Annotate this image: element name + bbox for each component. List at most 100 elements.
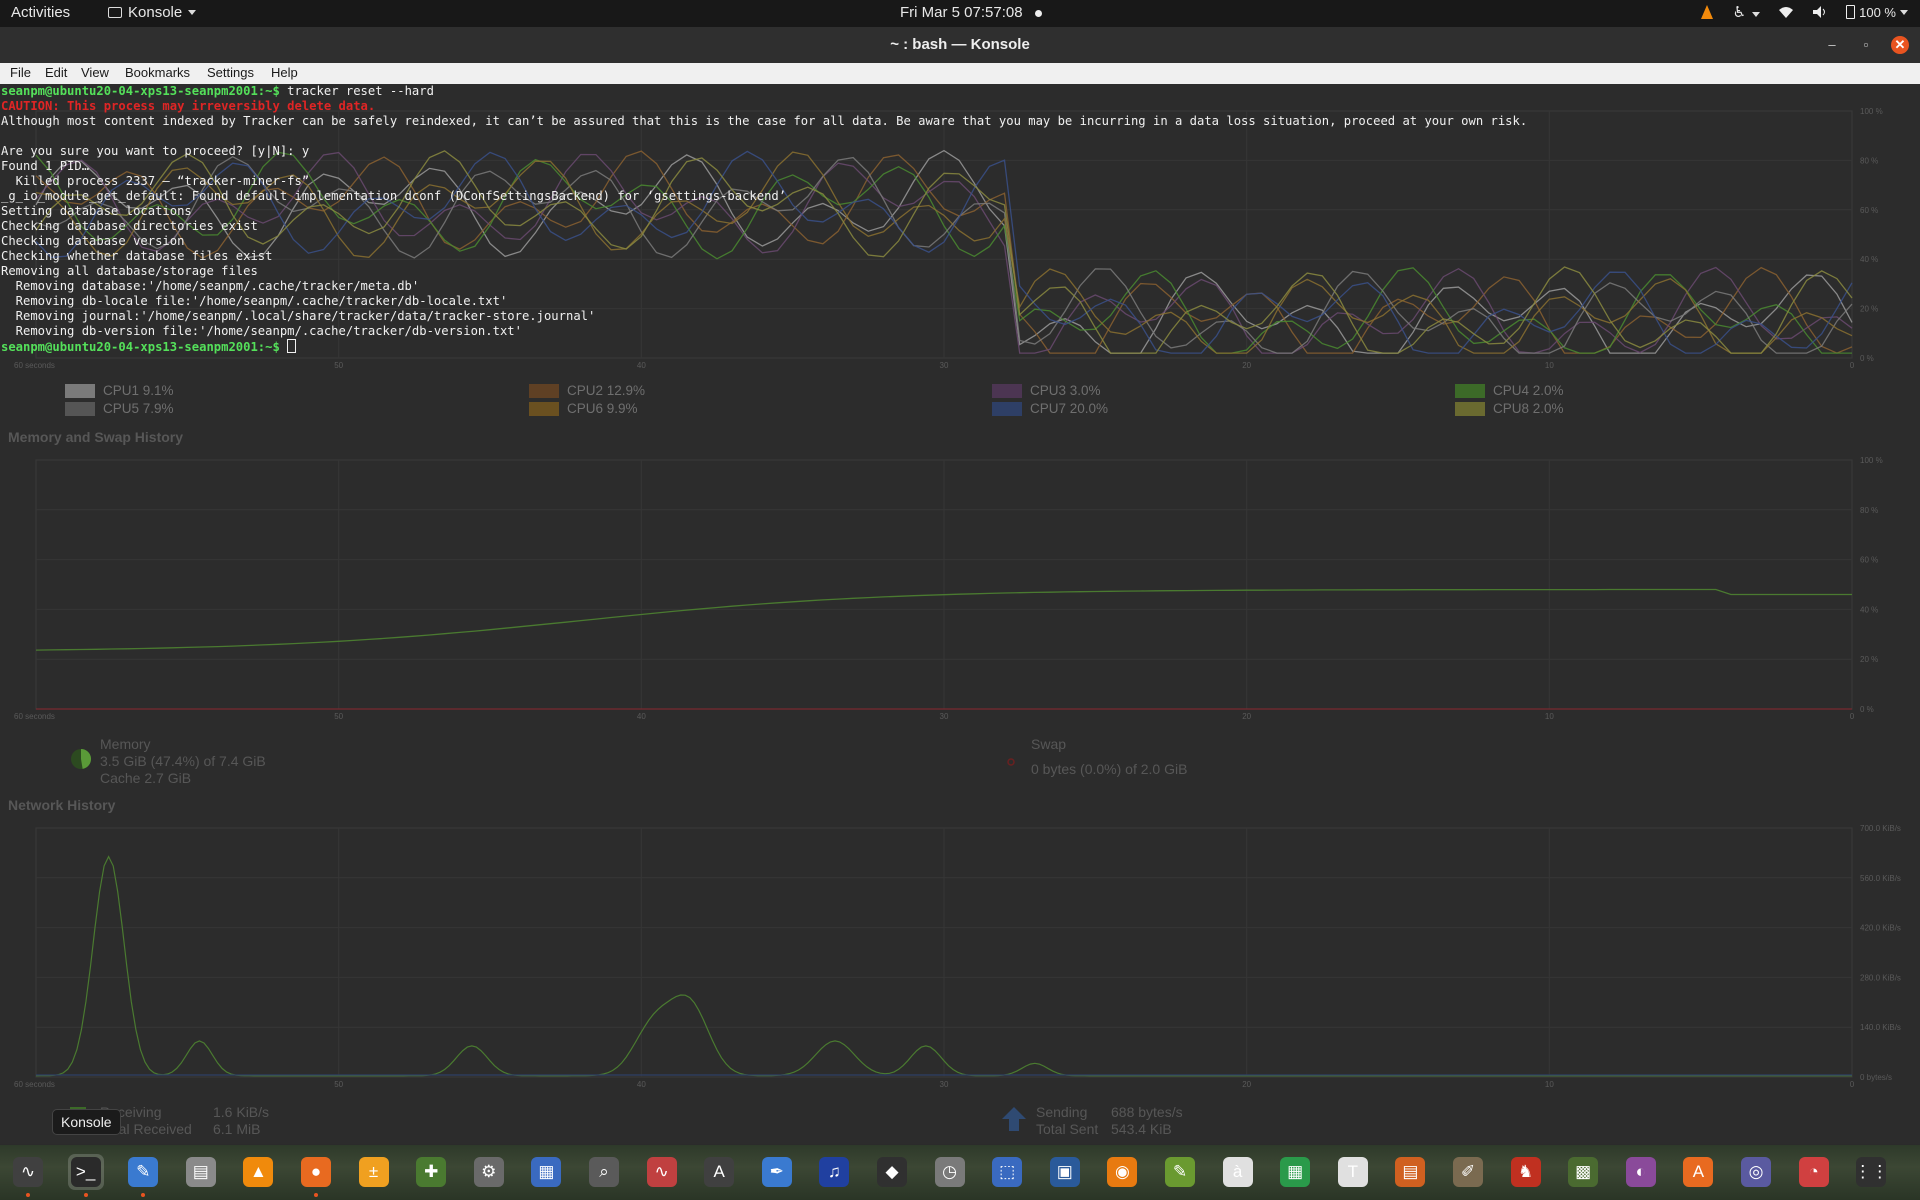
battery[interactable]: 100 % [1846,5,1908,20]
presentation-icon-glyph: ▤ [1395,1157,1426,1187]
minecraft-icon-glyph: ▩ [1568,1157,1599,1187]
app-grid-icon[interactable]: ⋮⋮ [1853,1154,1889,1190]
screenshot-icon-glyph: ⬚ [992,1157,1023,1187]
terminal-prompt: seanpm@ubuntu20-04-xps13-seanpm2001:~$ [1,340,280,354]
app-menu-label: Konsole [128,4,183,21]
writer-icon[interactable]: ▦ [528,1154,564,1190]
screenshot-icon[interactable]: ⬚ [989,1154,1025,1190]
activities-button[interactable]: Activities [11,4,70,21]
camera-icon[interactable]: ◎ [1738,1154,1774,1190]
cpu-y-tick: 40 % [1860,255,1878,264]
terminal-line: Checking database version [1,234,185,248]
network-y-tick: 700.0 KiB/s [1860,824,1901,833]
inkscape-icon[interactable]: A [701,1154,737,1190]
terminal-area[interactable]: 100 % 80 % 60 % 40 % 20 % 0 % 60 seconds 50 40 30… [0,84,1920,1144]
image-viewer-icon[interactable]: ⌕ [586,1154,622,1190]
inkscape-2-icon[interactable]: ◆ [874,1154,910,1190]
menu-edit[interactable]: Edit [45,65,67,80]
maximize-icon[interactable]: ▫ [1857,36,1875,54]
network-x-tick: 60 seconds [14,1080,55,1089]
network-x-tick: 10 [1545,1080,1554,1089]
running-indicator [314,1193,318,1197]
close-icon[interactable]: ✕ [1891,36,1909,54]
system-monitor-icon-glyph: ∿ [13,1157,43,1187]
software-icon[interactable]: A [1680,1154,1716,1190]
network-x-tick: 20 [1242,1080,1251,1089]
network-x-tick: 50 [334,1080,343,1089]
typora-icon-glyph: T [1337,1157,1368,1187]
network-y-tick: 560.0 KiB/s [1860,874,1901,883]
menu-help[interactable]: Help [271,65,298,80]
minecraft-icon[interactable]: ▩ [1565,1154,1601,1190]
text-editor-icon[interactable]: ✎ [125,1154,161,1197]
memory-y-tick: 80 % [1860,506,1878,515]
clock-icon-glyph: ◷ [934,1157,965,1187]
terminal-line: Checking database directories exist [1,219,258,233]
network-y-tick: 280.0 KiB/s [1860,973,1901,982]
firefox-icon[interactable]: ● [298,1154,334,1197]
pie-icon-glyph: ◔ [1798,1157,1829,1187]
window-titlebar[interactable]: ~ : bash — Konsole – ▫ ✕ [0,27,1920,64]
clock-icon[interactable]: ◷ [932,1154,968,1190]
calc-icon[interactable]: ▦ [1277,1154,1313,1190]
cpu-y-tick: 60 % [1860,206,1878,215]
tweaks-icon[interactable]: ◐ [1623,1154,1659,1190]
clock[interactable]: Fri Mar 5 07:57:08 [900,4,1042,21]
terminal-line: _g_io_module_get_default: Found default … [1,189,787,203]
dock-tooltip: Konsole [52,1109,121,1135]
network-x-tick: 30 [940,1080,949,1089]
extensions-icon[interactable]: ✚ [413,1154,449,1190]
vlc-tray-icon[interactable] [1699,4,1715,20]
gimp-icon[interactable]: ✐ [1450,1154,1486,1190]
editor-icon[interactable]: ✒ [759,1154,795,1190]
terminal-line: Setting database locations [1,204,192,218]
memory-y-tick: 40 % [1860,605,1878,614]
mario-icon[interactable]: ♞ [1508,1154,1544,1190]
terminal-cursor [287,339,297,353]
blender-icon[interactable]: ◉ [1104,1154,1140,1190]
cpu-x-tick: 30 [940,361,949,370]
gedit-icon[interactable]: ✎ [1162,1154,1198,1190]
network-x-tick: 40 [637,1080,646,1089]
audio-icon[interactable]: ∿ [644,1154,680,1190]
menu-view[interactable]: View [81,65,109,80]
konsole-icon[interactable]: >_ [67,1154,104,1197]
inkscape-icon-glyph: A [704,1157,735,1187]
cpu-y-tick: 80 % [1860,156,1878,165]
menu-bar: File Edit View Bookmarks Settings Help [0,63,1920,84]
memory-x-tick: 0 [1850,712,1855,721]
accessibility-icon[interactable]: ♿︎ [1733,3,1761,21]
minimize-icon[interactable]: – [1823,36,1841,54]
software-icon-glyph: A [1683,1157,1714,1187]
audio-icon-glyph: ∿ [646,1157,677,1187]
terminal-line: Removing db-locale file:'/home/seanpm/.c… [1,294,508,308]
battery-level: 100 % [1859,4,1896,20]
running-indicator [141,1193,146,1197]
fonts-icon[interactable]: à [1220,1154,1256,1190]
virtualbox-icon[interactable]: ▣ [1047,1154,1083,1190]
system-monitor-icon[interactable]: ∿ [10,1154,46,1197]
settings-icon[interactable]: ⚙ [471,1154,507,1190]
running-indicator [83,1193,88,1197]
menu-settings[interactable]: Settings [207,65,254,80]
menu-bookmarks[interactable]: Bookmarks [125,65,190,80]
blender-icon-glyph: ◉ [1107,1157,1138,1187]
text-editor-icon-glyph: ✎ [128,1157,159,1187]
files-icon[interactable]: ▤ [183,1154,219,1190]
pie-icon[interactable]: ◔ [1796,1154,1832,1190]
calculator-icon[interactable]: ± [356,1154,392,1190]
network-y-tick: 0 bytes/s [1860,1073,1892,1082]
app-menu[interactable]: Konsole [108,4,197,21]
memory-x-tick: 60 seconds [14,712,55,721]
menu-file[interactable]: File [10,65,31,80]
presentation-icon[interactable]: ▤ [1392,1154,1428,1190]
system-tray[interactable]: ♿︎ 100 % [1699,3,1908,21]
typora-icon[interactable]: T [1335,1154,1371,1190]
volume-icon [1813,6,1826,18]
memory-y-tick: 20 % [1860,655,1878,664]
memory-x-tick: 50 [334,712,343,721]
headphones-icon[interactable]: ♫ [816,1154,852,1190]
vlc-icon[interactable]: ▲ [240,1154,276,1190]
terminal-command: tracker reset --hard [279,84,434,98]
terminal-line: seanpm@ubuntu20-04-xps13-seanpm2001:~$ [1,339,297,354]
